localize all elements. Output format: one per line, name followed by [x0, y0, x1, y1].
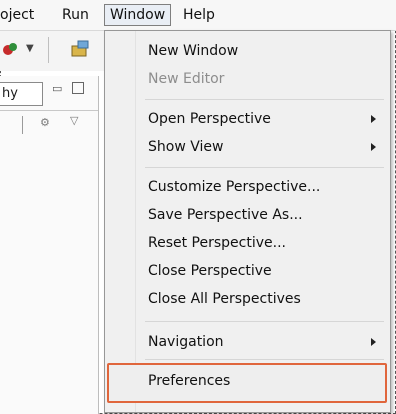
menu-item-close-all-perspectives[interactable]: Close All Perspectives: [148, 289, 301, 309]
maximize-icon[interactable]: [72, 82, 84, 94]
submenu-arrow-icon: [371, 338, 376, 346]
menu-separator: [145, 167, 384, 168]
submenu-arrow-icon: [371, 115, 376, 123]
menu-separator: [145, 99, 384, 100]
toolbar-separator: [48, 37, 49, 63]
menu-item-customize-perspective[interactable]: Customize Perspective...: [148, 177, 320, 197]
side-view-panel: hy ▭ ⚙ ▽: [0, 76, 99, 414]
panel-vertical-bar: [22, 116, 23, 134]
minimize-icon[interactable]: ▭: [52, 82, 62, 95]
window-menu-dropdown: New Window New Editor Open Perspective S…: [104, 30, 391, 413]
menu-item-close-perspective[interactable]: Close Perspective: [148, 261, 272, 281]
menu-item-reset-perspective[interactable]: Reset Perspective...: [148, 233, 286, 253]
menu-run[interactable]: Run: [62, 6, 89, 24]
panel-divider: [0, 110, 98, 111]
menu-icon-gutter: [105, 31, 136, 412]
menu-project[interactable]: oject: [0, 6, 34, 24]
menu-help[interactable]: Help: [183, 6, 215, 24]
menu-item-navigation[interactable]: Navigation: [148, 332, 224, 352]
chevron-down-icon[interactable]: ▼: [26, 43, 34, 54]
toolbar: ▼: [0, 31, 104, 71]
view-menu-icon[interactable]: ▽: [70, 114, 78, 127]
menu-bar: oject Run Window Help: [0, 0, 396, 31]
menu-item-new-editor: New Editor: [148, 71, 225, 87]
run-icon[interactable]: [2, 41, 18, 57]
menu-item-open-perspective[interactable]: Open Perspective: [148, 109, 271, 129]
menu-item-show-view[interactable]: Show View: [148, 137, 223, 157]
menu-separator: [145, 321, 384, 322]
link-icon[interactable]: ⚙: [40, 116, 50, 129]
menu-separator: [145, 359, 384, 360]
menu-item-preferences[interactable]: Preferences: [148, 371, 230, 391]
submenu-arrow-icon: [371, 143, 376, 151]
menu-window[interactable]: Window: [104, 4, 172, 26]
new-package-icon[interactable]: [70, 40, 92, 58]
menu-item-save-perspective-as[interactable]: Save Perspective As...: [148, 205, 303, 225]
view-tab[interactable]: hy: [0, 82, 43, 106]
menu-item-new-window[interactable]: New Window: [148, 41, 238, 61]
